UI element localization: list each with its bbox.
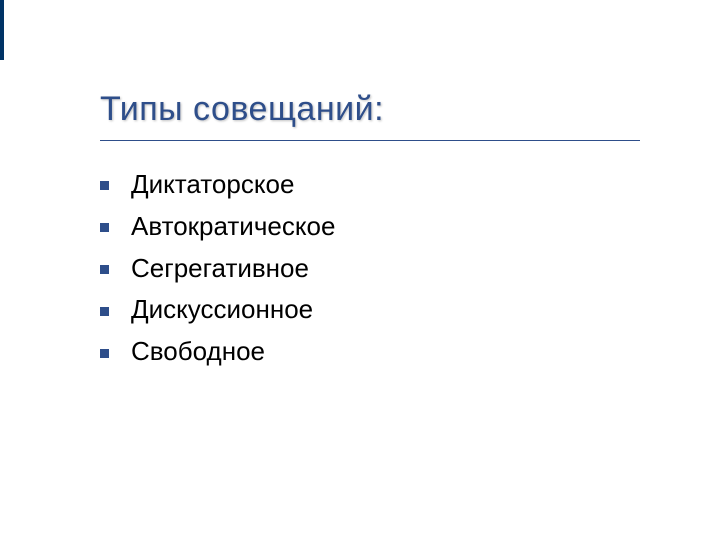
bullet-icon — [100, 307, 109, 316]
bullet-icon — [100, 181, 109, 190]
accent-bar — [0, 0, 4, 60]
list-item: Дискуссионное — [100, 293, 640, 327]
list-item-label: Свободное — [131, 335, 265, 369]
list-item-label: Диктаторское — [131, 168, 294, 202]
list-item: Диктаторское — [100, 168, 640, 202]
slide: Типы совещаний: Диктаторское Автократиче… — [0, 0, 720, 540]
bullet-list: Диктаторское Автократическое Сегрегативн… — [100, 168, 640, 377]
bullet-icon — [100, 349, 109, 358]
bullet-icon — [100, 265, 109, 274]
slide-title: Типы совещаний: — [100, 90, 384, 129]
list-item-label: Сегрегативное — [131, 252, 309, 286]
list-item: Сегрегативное — [100, 252, 640, 286]
bullet-icon — [100, 223, 109, 232]
list-item: Свободное — [100, 335, 640, 369]
title-underline — [100, 140, 640, 141]
list-item-label: Автократическое — [131, 210, 335, 244]
list-item: Автократическое — [100, 210, 640, 244]
list-item-label: Дискуссионное — [131, 293, 313, 327]
